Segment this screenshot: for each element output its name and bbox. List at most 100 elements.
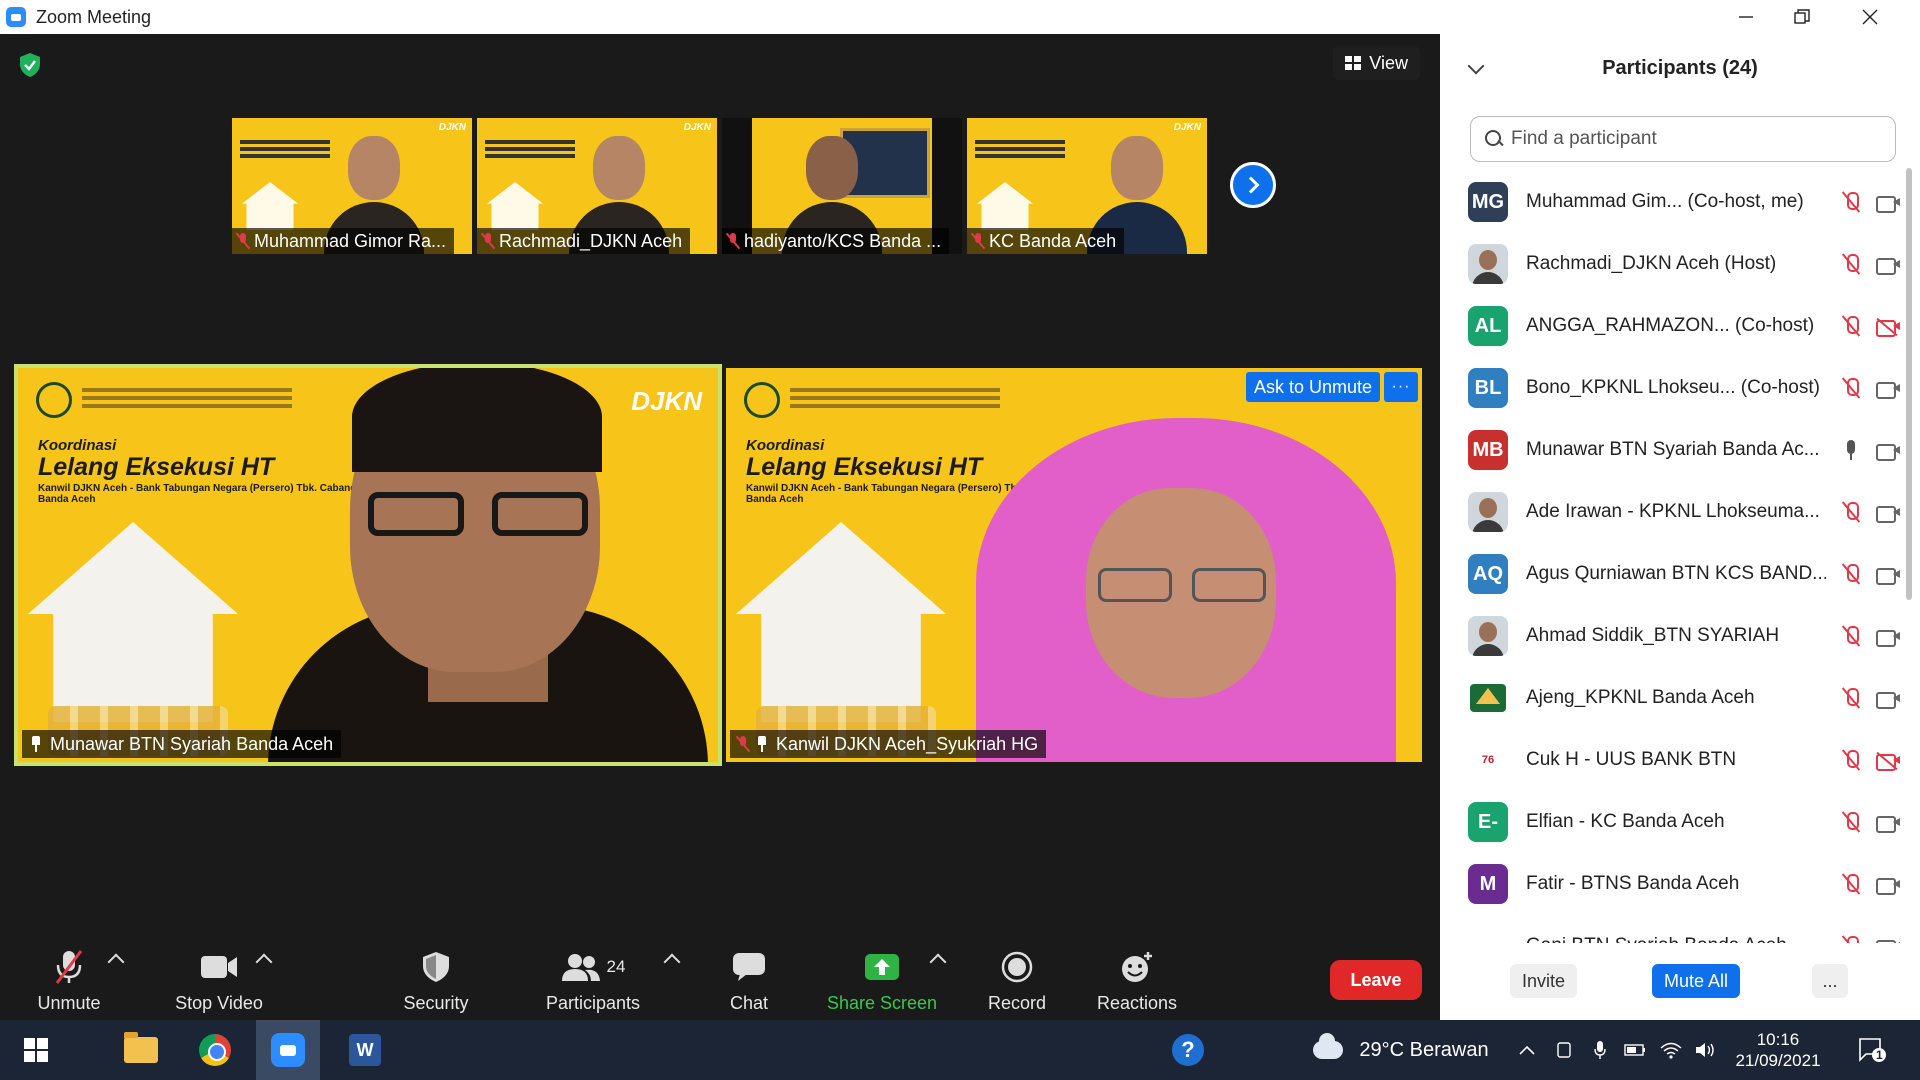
security-button[interactable]: Security — [396, 938, 476, 1020]
participant-row[interactable]: AQ Agus Qurniawan BTN KCS BAND... — [1440, 543, 1900, 605]
audio-options-caret-icon[interactable] — [107, 953, 125, 971]
participant-row[interactable]: BL Bono_KPKNL Lhokseu... (Co-host) — [1440, 357, 1900, 419]
participant-row[interactable]: MG Muhammad Gim... (Co-host, me) — [1440, 171, 1900, 233]
participant-row[interactable]: Rachmadi_DJKN Aceh (Host) — [1440, 233, 1900, 295]
word-button[interactable]: W — [340, 1020, 390, 1080]
next-page-button[interactable] — [1230, 162, 1276, 208]
mute-all-button[interactable]: Mute All — [1652, 964, 1741, 998]
help-icon: ? — [1172, 1034, 1204, 1066]
speaker-tile[interactable]: Koordinasi Lelang Eksekusi HT Kanwil DJK… — [726, 368, 1422, 762]
view-label: View — [1369, 52, 1408, 73]
leave-button[interactable]: Leave — [1330, 960, 1422, 1000]
close-icon — [1862, 9, 1878, 25]
video-camera-icon — [1876, 628, 1900, 647]
participant-search[interactable] — [1470, 116, 1896, 162]
participant-row[interactable]: Ajeng_KPKNL Banda Aceh — [1440, 667, 1900, 729]
house-graphic — [28, 522, 238, 722]
microphone-icon[interactable] — [1586, 1020, 1614, 1080]
mic-muted-icon — [483, 233, 493, 249]
zoom-logo-icon — [6, 7, 26, 27]
clock[interactable]: 10:16 21/09/2021 — [1730, 1020, 1826, 1080]
djkn-brand: DJKN — [438, 122, 466, 133]
reactions-button[interactable]: Reactions — [1092, 938, 1182, 1020]
view-button[interactable]: View — [1333, 46, 1420, 80]
record-label: Record — [987, 993, 1047, 1013]
video-camera-icon — [1876, 256, 1900, 275]
scrollbar[interactable] — [1906, 168, 1912, 600]
avatar: MB — [1468, 430, 1508, 470]
participant-row[interactable]: E- Elfian - KC Banda Aceh — [1440, 791, 1900, 853]
invite-button[interactable]: Invite — [1510, 964, 1578, 998]
notification-center-button[interactable]: 1 — [1850, 1020, 1894, 1080]
record-button[interactable]: Record — [980, 938, 1054, 1020]
participant-status — [1844, 749, 1900, 771]
participant-status — [1844, 501, 1900, 523]
participant-status — [1844, 253, 1900, 275]
mic-muted-icon — [1844, 315, 1859, 337]
participant-status — [1844, 935, 1900, 943]
zoom-taskbar-button[interactable] — [256, 1020, 320, 1080]
participant-status — [1844, 687, 1900, 709]
search-input[interactable] — [1511, 128, 1871, 150]
participants-options-caret-icon[interactable] — [663, 953, 681, 971]
participant-row[interactable]: MB Munawar BTN Syariah Banda Ac... — [1440, 419, 1900, 481]
participant-row[interactable]: AL ANGGA_RAHMAZON... (Co-host) — [1440, 295, 1900, 357]
chat-bubble-icon — [732, 947, 766, 987]
participants-button[interactable]: 24 Participants — [538, 938, 648, 1020]
share-screen-button[interactable]: Share Screen — [820, 938, 944, 1020]
participant-name: Ahmad Siddik_BTN SYARIAH — [1526, 625, 1780, 646]
avatar — [1468, 678, 1508, 718]
minimize-button[interactable] — [1716, 0, 1776, 34]
meet-now-icon[interactable] — [1550, 1020, 1578, 1080]
mic-muted-icon — [1844, 811, 1859, 833]
stop-video-button[interactable]: Stop Video — [160, 938, 278, 1020]
video-thumbnail[interactable]: hadiyanto/KCS Banda ... — [722, 118, 962, 254]
restore-button[interactable] — [1772, 0, 1832, 34]
participant-row[interactable]: Ahmad Siddik_BTN SYARIAH — [1440, 605, 1900, 667]
video-off-icon — [1876, 317, 1900, 337]
unmute-button[interactable]: Unmute — [28, 938, 110, 1020]
video-camera-icon — [1876, 690, 1900, 709]
chat-button[interactable]: Chat — [714, 938, 784, 1020]
participant-row[interactable]: Gani BTN Syariah Banda Aceh — [1440, 915, 1900, 943]
participant-name: Muhammad Gimor Ra... — [254, 230, 447, 251]
video-camera-icon — [1876, 814, 1900, 833]
more-options-button[interactable]: ... — [1812, 964, 1848, 998]
shield-icon[interactable] — [18, 52, 42, 78]
unmute-label: Unmute — [37, 993, 101, 1013]
tile-more-button[interactable]: ··· — [1384, 372, 1418, 402]
restore-icon — [1794, 9, 1810, 24]
share-screen-label: Share Screen — [826, 993, 938, 1013]
participant-status — [1844, 377, 1900, 399]
video-thumbnail[interactable]: DJKN Rachmadi_DJKN Aceh — [477, 118, 717, 254]
wifi-icon[interactable] — [1656, 1020, 1686, 1080]
mic-muted-icon — [738, 736, 748, 752]
video-thumbnail[interactable]: DJKN KC Banda Aceh — [967, 118, 1207, 254]
avatar: MG — [1468, 182, 1508, 222]
start-button[interactable] — [16, 1020, 56, 1080]
video-camera-icon — [1876, 194, 1900, 213]
mic-muted-icon — [1844, 501, 1859, 523]
participant-row[interactable]: Ade Irawan - KPKNL Lhokseuma... — [1440, 481, 1900, 543]
participant-status — [1844, 439, 1900, 461]
volume-icon[interactable] — [1690, 1020, 1720, 1080]
help-button[interactable]: ? — [1168, 1020, 1208, 1080]
close-button[interactable] — [1840, 0, 1900, 34]
video-camera-icon — [200, 947, 238, 987]
battery-icon[interactable] — [1620, 1020, 1650, 1080]
active-speaker-tile[interactable]: Koordinasi Lelang Eksekusi HT Kanwil DJK… — [14, 364, 722, 766]
ask-to-unmute-button[interactable]: Ask to Unmute — [1245, 372, 1380, 402]
mic-icon — [1844, 439, 1858, 461]
video-thumbnail[interactable]: DJKN Muhammad Gimor Ra... — [232, 118, 472, 254]
chevron-up-icon[interactable] — [1512, 1020, 1542, 1080]
file-explorer-button[interactable] — [116, 1020, 166, 1080]
weather-widget[interactable]: 29°C Berawan — [1354, 1020, 1494, 1080]
avatar: M — [1468, 864, 1508, 904]
participant-row[interactable]: 76 Cuk H - UUS BANK BTN — [1440, 729, 1900, 791]
participant-status — [1844, 191, 1900, 213]
participant-name: Rachmadi_DJKN Aceh (Host) — [1526, 253, 1777, 274]
mic-muted-icon — [1844, 191, 1859, 213]
participant-row[interactable]: M Fatir - BTNS Banda Aceh — [1440, 853, 1900, 915]
participant-name: Gani BTN Syariah Banda Aceh — [1526, 935, 1826, 943]
chrome-button[interactable] — [190, 1020, 240, 1080]
